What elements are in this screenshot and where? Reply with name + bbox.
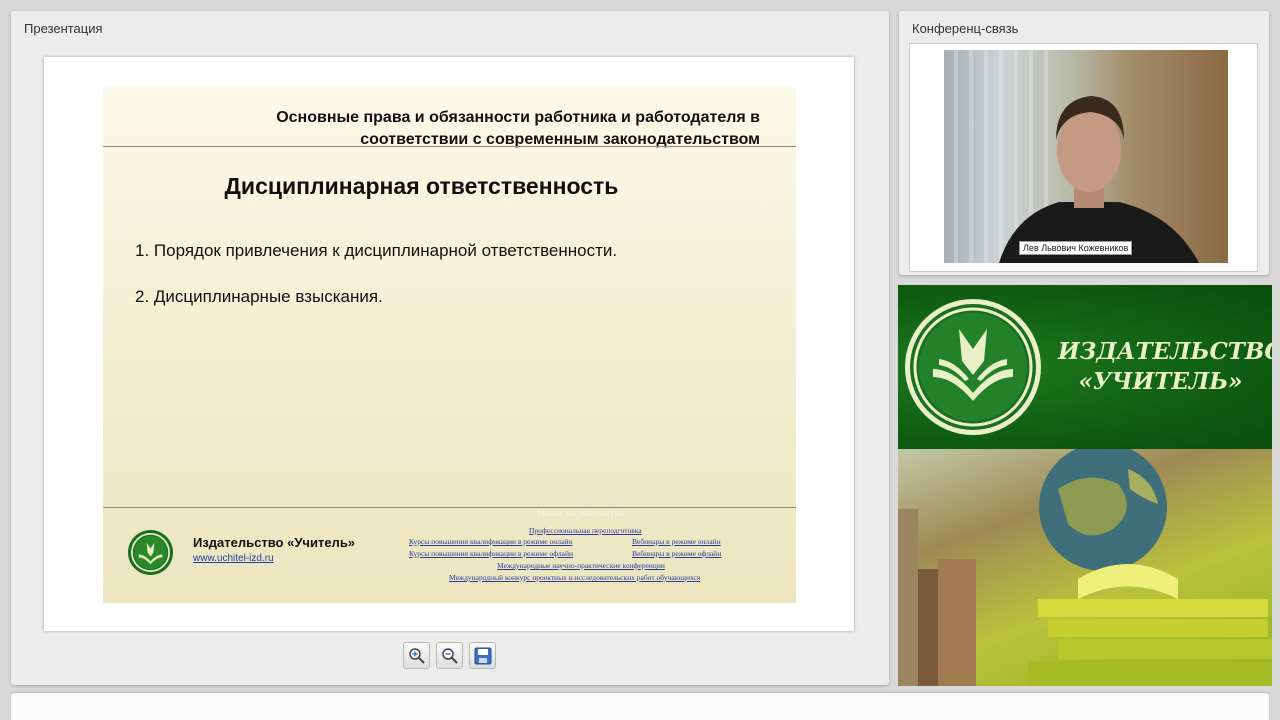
banner-header: ИЗДАТЕЛЬСТВО «УЧИТЕЛЬ» — [898, 285, 1272, 449]
slide-viewer: Основные права и обязанности работника и… — [44, 57, 854, 631]
conference-panel: Конференц-связь Лев Львович Кожевников — [899, 11, 1269, 275]
publisher-logo-icon — [905, 299, 1041, 435]
publisher-name: Издательство «Учитель» — [193, 535, 356, 550]
slide-divider — [103, 146, 796, 147]
slide-item: 2. Дисциплинарные взыскания. — [135, 287, 383, 306]
slide: Основные права и обязанности работника и… — [103, 87, 796, 603]
slide-title: Дисциплинарная ответственность — [224, 173, 619, 199]
slide-footer-divider — [103, 507, 796, 508]
save-icon — [474, 647, 492, 665]
publisher-banner: ИЗДАТЕЛЬСТВО «УЧИТЕЛЬ» — [898, 285, 1272, 686]
books-globe-image-icon — [898, 443, 1272, 686]
slide-header: Основные права и обязанности работника и… — [276, 109, 760, 148]
event-link[interactable]: Курсы повышения квалификации в режиме он… — [409, 537, 572, 546]
save-button[interactable] — [469, 642, 496, 669]
event-link[interactable]: Международные научно-практические конфер… — [497, 561, 665, 570]
zoom-out-button[interactable] — [436, 642, 463, 669]
presentation-panel-title: Презентация — [24, 21, 103, 36]
publisher-url-link[interactable]: www.uchitel-izd.ru — [193, 553, 274, 564]
banner-image — [898, 443, 1272, 686]
presentation-panel: Презентация Основные права и обязанности… — [11, 11, 889, 685]
banner-line1: ИЗДАТЕЛЬСТВО — [1058, 338, 1272, 365]
zoom-in-icon — [409, 648, 425, 664]
video-container: Лев Львович Кожевников — [909, 43, 1258, 272]
event-link[interactable]: Курсы повышения квалификации в режиме оф… — [409, 549, 573, 558]
publisher-logo-icon — [127, 529, 174, 576]
speaker-silhouette-icon — [954, 50, 1199, 263]
zoom-in-button[interactable] — [403, 642, 430, 669]
conference-panel-title: Конференц-связь — [912, 21, 1019, 36]
event-link[interactable]: Вебинары в режиме офлайн — [632, 549, 721, 558]
bottom-panel — [11, 693, 1269, 720]
event-link[interactable]: Международный конкурс проектных и исслед… — [449, 573, 700, 582]
banner-title: ИЗДАТЕЛЬСТВО «УЧИТЕЛЬ» — [1058, 337, 1272, 397]
event-link[interactable]: Вебинары в режиме онлайн — [632, 537, 721, 546]
banner-line2: «УЧИТЕЛЬ» — [1078, 368, 1243, 395]
event-link[interactable]: Профессиональная переподготовка — [529, 526, 642, 535]
zoom-out-icon — [442, 648, 458, 664]
speaker-name-label: Лев Львович Кожевников — [1019, 241, 1133, 255]
speaker-video[interactable]: Лев Львович Кожевников — [944, 50, 1228, 263]
slide-item: 1. Порядок привлечения к дисциплинарной … — [135, 241, 618, 260]
events-title: Наши мероприятия — [538, 508, 625, 518]
